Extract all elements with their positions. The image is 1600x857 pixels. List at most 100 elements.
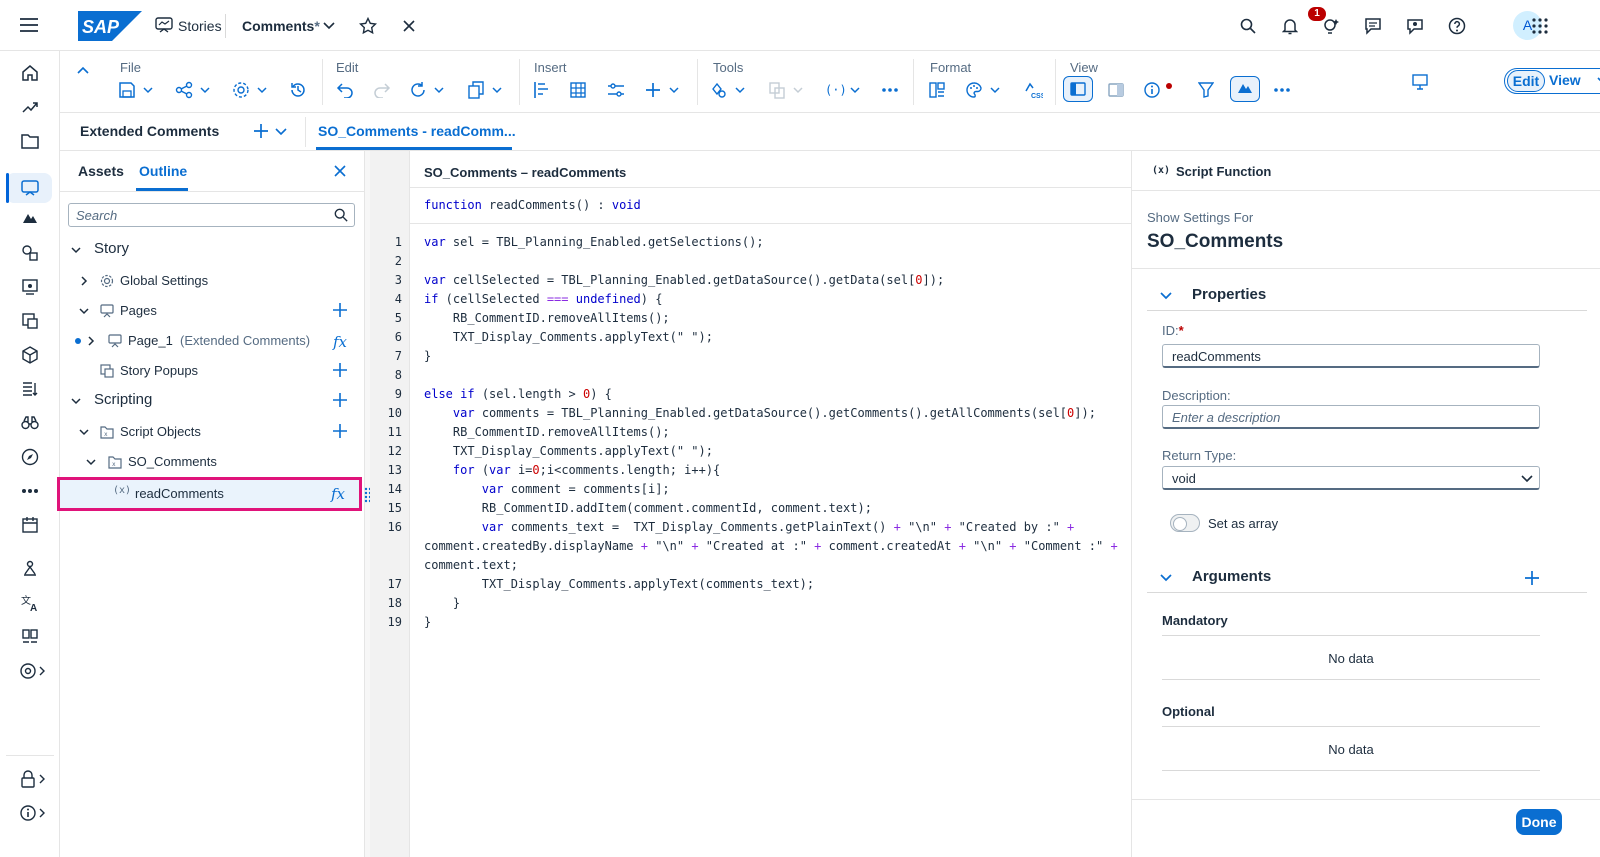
document-title[interactable]: Comments* (242, 18, 320, 34)
add-script-icon[interactable] (332, 392, 350, 410)
done-button[interactable]: Done (1516, 809, 1562, 835)
code-line[interactable]: } (424, 615, 431, 629)
tree-item-scripting[interactable]: Scripting (60, 386, 364, 416)
trend-icon[interactable] (18, 96, 42, 118)
undo-icon[interactable] (334, 79, 356, 101)
code-line[interactable]: var sel = TBL_Planning_Enabled.getSelect… (424, 235, 764, 249)
add-popup-icon[interactable] (332, 362, 350, 380)
script-editor[interactable]: SO_Comments – readComments function read… (370, 151, 1131, 857)
tab-extended-comments[interactable]: Extended Comments (80, 123, 219, 139)
notification-bell-icon[interactable] (1279, 15, 1301, 37)
css-icon[interactable]: CSS (1022, 79, 1044, 101)
redo-icon[interactable] (371, 79, 393, 101)
feedback-icon[interactable] (1362, 15, 1384, 37)
calendar-icon[interactable] (18, 514, 42, 536)
add-page-icon[interactable] (332, 302, 350, 320)
code-line[interactable]: var comments = TBL_Planning_Enabled.getD… (424, 406, 1096, 420)
tree-item-page-1[interactable]: Page_1 (Extended Comments) fx (60, 326, 364, 356)
tree-item-global-settings[interactable]: Global Settings (60, 266, 364, 296)
binoculars-icon[interactable] (18, 412, 42, 434)
code-line[interactable]: RB_CommentID.addItem(comment.commentId, … (424, 501, 872, 515)
outline-search-input[interactable]: Search (68, 203, 355, 227)
code-line[interactable]: var comment = comments[i]; (424, 482, 670, 496)
add-page-icon[interactable] (253, 123, 271, 141)
info-icon[interactable] (18, 802, 48, 824)
code-line[interactable]: RB_CommentID.removeAllItems(); (424, 311, 670, 325)
insert-chart-icon[interactable] (532, 79, 552, 101)
add-argument-icon[interactable] (1524, 570, 1540, 586)
save-icon[interactable] (118, 79, 154, 101)
joule-icon[interactable] (1320, 15, 1342, 37)
code-line[interactable]: } (424, 349, 431, 363)
tree-item-story[interactable]: Story (60, 235, 364, 265)
code-line[interactable]: for (var i=0;i<comments.length; i++){ (424, 463, 720, 477)
tree-item-story-popups[interactable]: Story Popups (60, 356, 364, 386)
left-panel-toggle-icon[interactable] (1063, 76, 1093, 102)
search-icon[interactable] (334, 208, 348, 222)
chevron-down-icon[interactable] (78, 305, 90, 317)
star-icon[interactable] (357, 15, 379, 37)
id-input[interactable]: readComments (1162, 344, 1540, 368)
code-line[interactable]: comment.createdBy.displayName + "\n" + "… (424, 539, 1118, 553)
scripting-toggle-icon[interactable] (1230, 76, 1260, 102)
code-line[interactable]: else if (sel.length > 0) { (424, 387, 612, 401)
info-panel-icon[interactable] (1143, 79, 1173, 101)
app-grid-icon[interactable] (1529, 15, 1551, 37)
data-analyzer-icon[interactable] (18, 242, 42, 264)
edit-view-mode-switch[interactable]: Edit View (1504, 68, 1600, 94)
chevron-down-icon[interactable] (1160, 292, 1172, 300)
refresh-icon[interactable] (409, 79, 445, 101)
tab-outline[interactable]: Outline (139, 163, 187, 179)
tab-script-readcomments[interactable]: SO_Comments - readComm... (318, 123, 516, 139)
script-fx-icon[interactable]: fx (330, 484, 348, 502)
settings-gear-icon[interactable] (232, 79, 268, 101)
right-panel-toggle-icon[interactable] (1105, 79, 1127, 101)
close-panel-icon[interactable] (334, 165, 346, 177)
code-line[interactable]: var cellSelected = TBL_Planning_Enabled.… (424, 273, 944, 287)
code-line[interactable]: RB_CommentID.removeAllItems(); (424, 425, 670, 439)
translation-icon[interactable]: 文A (18, 592, 42, 614)
help-icon[interactable] (1446, 15, 1468, 37)
code-line[interactable]: if (cellSelected === undefined) { (424, 292, 662, 306)
add-icon[interactable] (644, 79, 680, 101)
stories-nav-icon[interactable] (18, 177, 42, 199)
insert-table-icon[interactable] (568, 79, 588, 101)
return-type-select[interactable]: void (1162, 466, 1540, 490)
code-line[interactable]: TXT_Display_Comments.applyText(comments_… (424, 577, 814, 591)
chevron-down-icon[interactable] (78, 426, 90, 438)
view-mode-button[interactable]: View (1549, 72, 1581, 88)
connections-icon[interactable] (18, 558, 42, 580)
view-more-icon[interactable] (1272, 79, 1292, 101)
code-line[interactable]: TXT_Display_Comments.applyText(" "); (424, 444, 713, 458)
edit-mode-button[interactable]: Edit (1507, 70, 1545, 92)
code-line[interactable]: } (424, 596, 460, 610)
share-icon[interactable] (175, 79, 211, 101)
filter-icon[interactable] (1196, 79, 1216, 101)
device-preview-icon[interactable] (1410, 71, 1430, 93)
script-variable-icon[interactable]: (·) (825, 79, 861, 101)
tree-item-script-objects[interactable]: x Script Objects (60, 417, 364, 447)
tree-item-readcomments[interactable]: (x) readComments fx (57, 477, 362, 511)
menu-icon[interactable] (19, 15, 39, 35)
home-icon[interactable] (18, 62, 42, 84)
code-line[interactable]: comment.text; (424, 558, 518, 572)
compass-icon[interactable] (18, 446, 42, 468)
copy-paste-icon[interactable] (768, 79, 804, 101)
set-as-array-switch[interactable] (1170, 514, 1200, 532)
history-icon[interactable] (288, 79, 308, 101)
folder-icon[interactable] (18, 130, 42, 152)
tools-icon[interactable] (710, 79, 746, 101)
chevron-right-icon[interactable] (85, 335, 97, 347)
search-icon[interactable] (1237, 15, 1259, 37)
chevron-down-icon[interactable] (275, 128, 287, 136)
tree-item-pages[interactable]: Pages (60, 296, 364, 326)
chevron-down-icon[interactable] (1521, 475, 1533, 483)
palette-icon[interactable] (965, 79, 1001, 101)
script-fx-icon[interactable]: fx (332, 332, 350, 350)
collaboration-icon[interactable] (1404, 15, 1426, 37)
description-input[interactable]: Enter a description (1162, 405, 1540, 429)
insert-filter-icon[interactable] (606, 79, 626, 101)
close-icon[interactable] (400, 17, 418, 35)
copy-icon[interactable] (467, 79, 503, 101)
content-network-icon[interactable] (18, 626, 42, 648)
